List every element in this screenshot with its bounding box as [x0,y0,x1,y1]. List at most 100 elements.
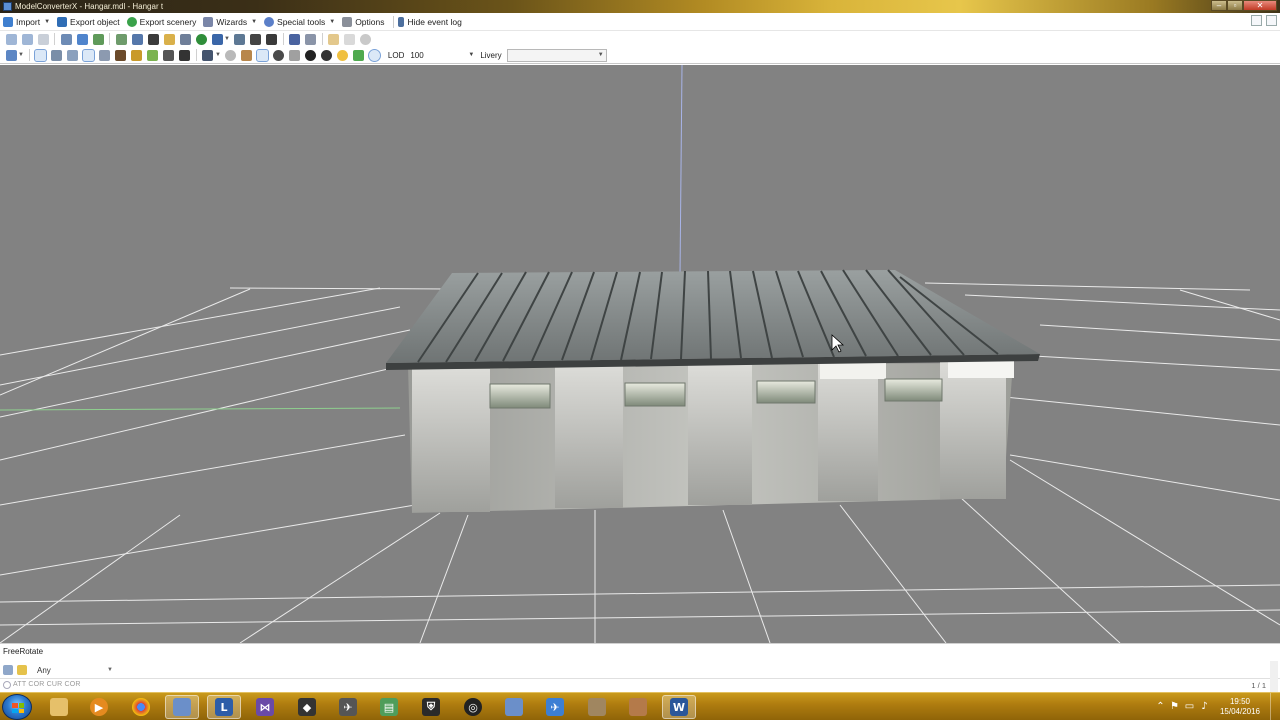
taskbar-app[interactable]: ◆ [290,695,324,719]
hangar-column [555,365,623,508]
sphere-dark-icon[interactable] [273,49,285,61]
taskbar-app[interactable] [165,695,199,719]
lod-select[interactable]: 100 [410,51,468,60]
sun-icon[interactable] [337,49,349,61]
menu-export-object[interactable]: Export object [56,14,124,30]
solid-icon[interactable] [115,49,127,61]
pencil-icon[interactable] [67,49,79,61]
circle-logo-icon: ◎ [464,698,482,716]
axis-icon[interactable] [51,49,63,61]
3d-viewport[interactable] [0,65,1280,643]
hangar-column [412,369,490,512]
panel-close-icon[interactable] [1266,15,1277,26]
taskbar-app[interactable]: ◎ [456,695,490,719]
material-icon[interactable] [131,33,143,45]
close-button[interactable]: ✕ [1243,0,1277,11]
hangar-window [884,378,943,402]
record-icon[interactable] [368,48,382,62]
ball-icon[interactable] [305,49,317,61]
taskbar-app[interactable] [497,695,531,719]
taskbar-word[interactable]: W [662,695,696,719]
aircraft-tool-icon [505,698,523,716]
tray-chevron-up-icon[interactable]: ⌃ [1155,701,1166,712]
pin-icon[interactable] [76,33,88,45]
chevron-down-icon[interactable]: ▼ [18,52,24,58]
title-bar[interactable]: ModelConverterX - Hangar.mdl - Hangar t … [0,0,1280,13]
refresh-icon[interactable] [360,33,372,45]
hierarchy-icon[interactable] [92,33,104,45]
bounding-box-icon[interactable] [99,49,111,61]
tray-volume-icon[interactable]: ♪ [1199,701,1210,712]
forward-icon[interactable] [21,33,33,45]
start-button[interactable] [2,694,32,720]
taskbar-app[interactable] [621,695,655,719]
chevron-down-icon[interactable]: ▼ [329,19,335,25]
menu-special-tools[interactable]: Special tools ▼ [263,14,339,30]
menu-wizards[interactable]: Wizards ▼ [202,14,261,30]
page-icon[interactable] [37,33,49,45]
fit-view-icon[interactable] [5,49,17,61]
texture-icon[interactable] [115,33,127,45]
taskbar-modelconverterx[interactable]: L [207,695,241,719]
cross-icon[interactable] [179,49,191,61]
window-icon[interactable] [289,33,301,45]
tray-flag-icon[interactable]: ⚑ [1169,701,1180,712]
back-icon[interactable] [5,33,17,45]
sphere-icon[interactable] [225,49,237,61]
cursor-icon[interactable] [250,33,262,45]
clear-log-icon[interactable] [3,665,13,675]
shade-icon[interactable] [256,48,270,62]
log-filter-select[interactable]: Any ▼ [33,664,115,676]
night-icon[interactable] [321,49,333,61]
recycle-icon[interactable] [353,49,365,61]
chevron-down-icon[interactable]: ▼ [468,52,474,58]
taskbar-app[interactable]: ✈ [331,695,365,719]
globe-icon[interactable] [195,33,207,45]
maximize-button[interactable]: ▫ [1227,0,1243,11]
panel-restore-icon[interactable] [1251,15,1262,26]
log-scrollbar[interactable] [1270,661,1278,692]
zoom-icon[interactable] [60,33,72,45]
chevron-down-icon[interactable]: ▼ [251,19,257,25]
import-icon [3,16,13,27]
menu-export-scenery[interactable]: Export scenery [126,14,201,30]
redo-icon[interactable] [344,33,356,45]
taskbar-app[interactable]: ⛨ [414,695,448,719]
viewport-scene [0,65,1280,643]
person-icon[interactable] [266,33,278,45]
link-icon[interactable] [234,33,246,45]
show-desktop-button[interactable] [1270,693,1280,720]
camera-icon[interactable] [211,33,223,45]
filter-icon[interactable] [17,665,27,675]
chevron-down-icon[interactable]: ▼ [44,19,50,25]
cube-icon[interactable] [241,49,253,61]
taskbar-app[interactable]: ✈ [538,695,572,719]
image-icon[interactable] [147,33,159,45]
taskbar-app[interactable]: ▤ [372,695,406,719]
taskbar-visual-studio[interactable]: ⋈ [248,695,282,719]
normals-icon[interactable] [163,49,175,61]
camera-icon[interactable] [202,49,214,61]
grid-icon[interactable] [179,33,191,45]
undo-icon[interactable] [328,33,340,45]
livery-select[interactable]: ▼ [506,48,607,62]
texture-shade-icon[interactable] [131,49,143,61]
wireframe-icon[interactable] [82,48,96,62]
list-icon[interactable] [305,33,317,45]
tray-display-icon[interactable]: ▭ [1184,701,1195,712]
light-icon[interactable] [289,49,301,61]
menu-options[interactable]: Options [341,14,388,30]
system-clock[interactable]: 19:50 15/04/2016 [1218,697,1262,717]
taskbar-app[interactable] [580,695,614,719]
ground-icon[interactable] [147,49,159,61]
minimize-button[interactable]: – [1211,0,1227,11]
menu-hide-event-log[interactable]: Hide event log [397,14,465,30]
chevron-down-icon[interactable]: ▼ [215,52,221,58]
taskbar-explorer[interactable] [42,695,76,719]
taskbar-media-player[interactable]: ▶ [82,695,116,719]
taskbar-chrome[interactable] [124,695,158,719]
grid-toggle-icon[interactable] [34,48,48,62]
folder-icon[interactable] [163,33,175,45]
chevron-down-icon[interactable]: ▼ [224,36,230,42]
menu-import[interactable]: Import ▼ [2,14,54,30]
